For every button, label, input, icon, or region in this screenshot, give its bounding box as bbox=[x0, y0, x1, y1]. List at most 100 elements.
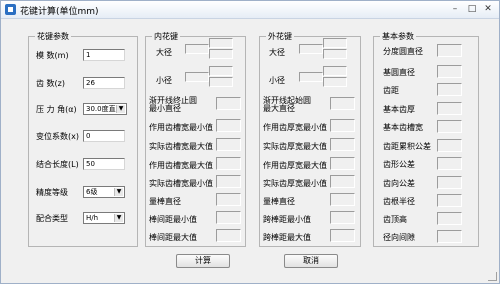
fit-type-label: 配合类型 bbox=[36, 214, 68, 223]
external-item-0: 渐开线起始圆 最大直径 bbox=[263, 96, 311, 113]
teeth-input[interactable]: 26 bbox=[83, 77, 125, 89]
internal-minor-value bbox=[185, 72, 209, 82]
basic-value-8 bbox=[437, 194, 462, 207]
internal-value-4 bbox=[216, 175, 241, 188]
external-item-1: 作用齿厚宽最小值 bbox=[263, 123, 327, 132]
external-major-lower bbox=[323, 49, 347, 59]
external-item-5: 量棒直径 bbox=[263, 197, 295, 206]
external-major-value bbox=[299, 44, 323, 54]
basic-item-3: 基本齿厚 bbox=[383, 105, 415, 114]
internal-spline-title: 内花键 bbox=[152, 31, 180, 42]
external-value-7 bbox=[330, 229, 355, 242]
precision-label: 精度等级 bbox=[36, 188, 68, 197]
basic-value-7 bbox=[437, 176, 462, 189]
internal-value-7 bbox=[216, 229, 241, 242]
basic-item-4: 基本齿槽宽 bbox=[383, 123, 423, 132]
internal-item-7: 棒间距最大值 bbox=[149, 233, 197, 242]
internal-item-3: 作用齿槽宽最大值 bbox=[149, 161, 213, 170]
internal-major-upper bbox=[209, 38, 233, 48]
internal-major-label: 大径 bbox=[156, 48, 172, 57]
external-item-7: 跨棒距最大值 bbox=[263, 233, 311, 242]
internal-value-3 bbox=[216, 157, 241, 170]
app-icon bbox=[5, 4, 16, 15]
external-item-3: 作用齿厚宽最大值 bbox=[263, 161, 327, 170]
close-button[interactable]: ✕ bbox=[482, 4, 494, 14]
basic-item-0: 分度圆直径 bbox=[383, 47, 423, 56]
length-input[interactable]: 50 bbox=[83, 158, 125, 170]
teeth-label: 齿 数(z) bbox=[36, 79, 65, 88]
external-value-2 bbox=[330, 138, 355, 151]
basic-value-0 bbox=[437, 44, 462, 57]
external-item-2: 实际齿厚宽最大值 bbox=[263, 142, 327, 151]
pressure-angle-select[interactable]: 30.0度直齿 ▼ bbox=[83, 103, 127, 115]
minimize-button[interactable]: – bbox=[449, 4, 461, 14]
external-value-0 bbox=[330, 97, 355, 110]
external-item-4: 实际齿厚宽最小值 bbox=[263, 179, 327, 188]
spline-params-title: 花键参数 bbox=[35, 31, 71, 42]
external-minor-lower bbox=[323, 77, 347, 87]
chevron-down-icon: ▼ bbox=[114, 214, 123, 222]
shift-coef-input[interactable]: 0 bbox=[83, 130, 125, 142]
basic-item-6: 齿形公差 bbox=[383, 160, 415, 169]
internal-item-6: 棒间距最小值 bbox=[149, 215, 197, 224]
external-value-3 bbox=[330, 157, 355, 170]
basic-value-4 bbox=[437, 120, 462, 133]
precision-value: 6级 bbox=[86, 188, 98, 196]
basic-value-2 bbox=[437, 83, 462, 96]
basic-value-9 bbox=[437, 212, 462, 225]
basic-params-title: 基本参数 bbox=[380, 31, 416, 42]
external-value-6 bbox=[330, 211, 355, 224]
external-value-5 bbox=[330, 193, 355, 206]
external-major-upper bbox=[323, 38, 347, 48]
external-value-1 bbox=[330, 119, 355, 132]
cancel-button[interactable]: 取消 bbox=[284, 254, 338, 268]
shift-coef-label: 变位系数(x) bbox=[36, 132, 79, 141]
main-window: 花键计算(单位mm) – □ ✕ 花键参数 模 数(m) 1 齿 数(z) 26… bbox=[0, 0, 500, 284]
calculate-button[interactable]: 计算 bbox=[176, 254, 230, 268]
fit-type-select[interactable]: H/h ▼ bbox=[83, 212, 125, 224]
external-minor-value bbox=[299, 72, 323, 82]
internal-value-6 bbox=[216, 211, 241, 224]
title-bar: 花键计算(单位mm) – □ ✕ bbox=[1, 1, 499, 19]
internal-major-value bbox=[185, 44, 209, 54]
internal-minor-upper bbox=[209, 66, 233, 76]
basic-item-9: 齿顶高 bbox=[383, 215, 407, 224]
precision-select[interactable]: 6级 ▼ bbox=[83, 186, 125, 198]
internal-item-2: 实际齿槽宽最大值 bbox=[149, 142, 213, 151]
external-major-label: 大径 bbox=[269, 48, 285, 57]
length-label: 结合长度(L) bbox=[36, 160, 79, 169]
chevron-down-icon: ▼ bbox=[116, 105, 125, 113]
basic-item-2: 齿距 bbox=[383, 86, 399, 95]
chevron-down-icon: ▼ bbox=[114, 188, 123, 196]
basic-value-5 bbox=[437, 139, 462, 152]
basic-value-3 bbox=[437, 102, 462, 115]
internal-minor-lower bbox=[209, 77, 233, 87]
resize-grip[interactable] bbox=[488, 272, 497, 281]
maximize-button[interactable]: □ bbox=[466, 4, 478, 14]
basic-item-10: 径向间隙 bbox=[383, 233, 415, 242]
module-input[interactable]: 1 bbox=[83, 49, 125, 61]
module-label: 模 数(m) bbox=[36, 51, 69, 60]
internal-major-lower bbox=[209, 49, 233, 59]
internal-item-5: 量棒直径 bbox=[149, 197, 181, 206]
basic-value-1 bbox=[437, 65, 462, 78]
external-minor-upper bbox=[323, 66, 347, 76]
basic-item-8: 齿根半径 bbox=[383, 197, 415, 206]
basic-item-5: 齿距累积公差 bbox=[383, 142, 431, 151]
external-value-4 bbox=[330, 175, 355, 188]
basic-value-10 bbox=[437, 230, 462, 243]
internal-value-2 bbox=[216, 138, 241, 151]
external-item-6: 跨棒距最小值 bbox=[263, 215, 311, 224]
internal-item-0: 渐开线终止圆 最小直径 bbox=[149, 96, 197, 113]
external-spline-title: 外花键 bbox=[266, 31, 294, 42]
internal-minor-label: 小径 bbox=[156, 76, 172, 85]
basic-item-7: 齿向公差 bbox=[383, 179, 415, 188]
internal-item-1: 作用齿槽宽最小值 bbox=[149, 123, 213, 132]
internal-item-4: 实际齿槽宽最小值 bbox=[149, 179, 213, 188]
internal-value-5 bbox=[216, 193, 241, 206]
external-minor-label: 小径 bbox=[269, 76, 285, 85]
fit-type-value: H/h bbox=[86, 214, 99, 222]
pressure-angle-label: 压 力 角(α) bbox=[36, 105, 77, 114]
window-title: 花键计算(单位mm) bbox=[20, 7, 99, 17]
internal-value-0 bbox=[216, 97, 241, 110]
